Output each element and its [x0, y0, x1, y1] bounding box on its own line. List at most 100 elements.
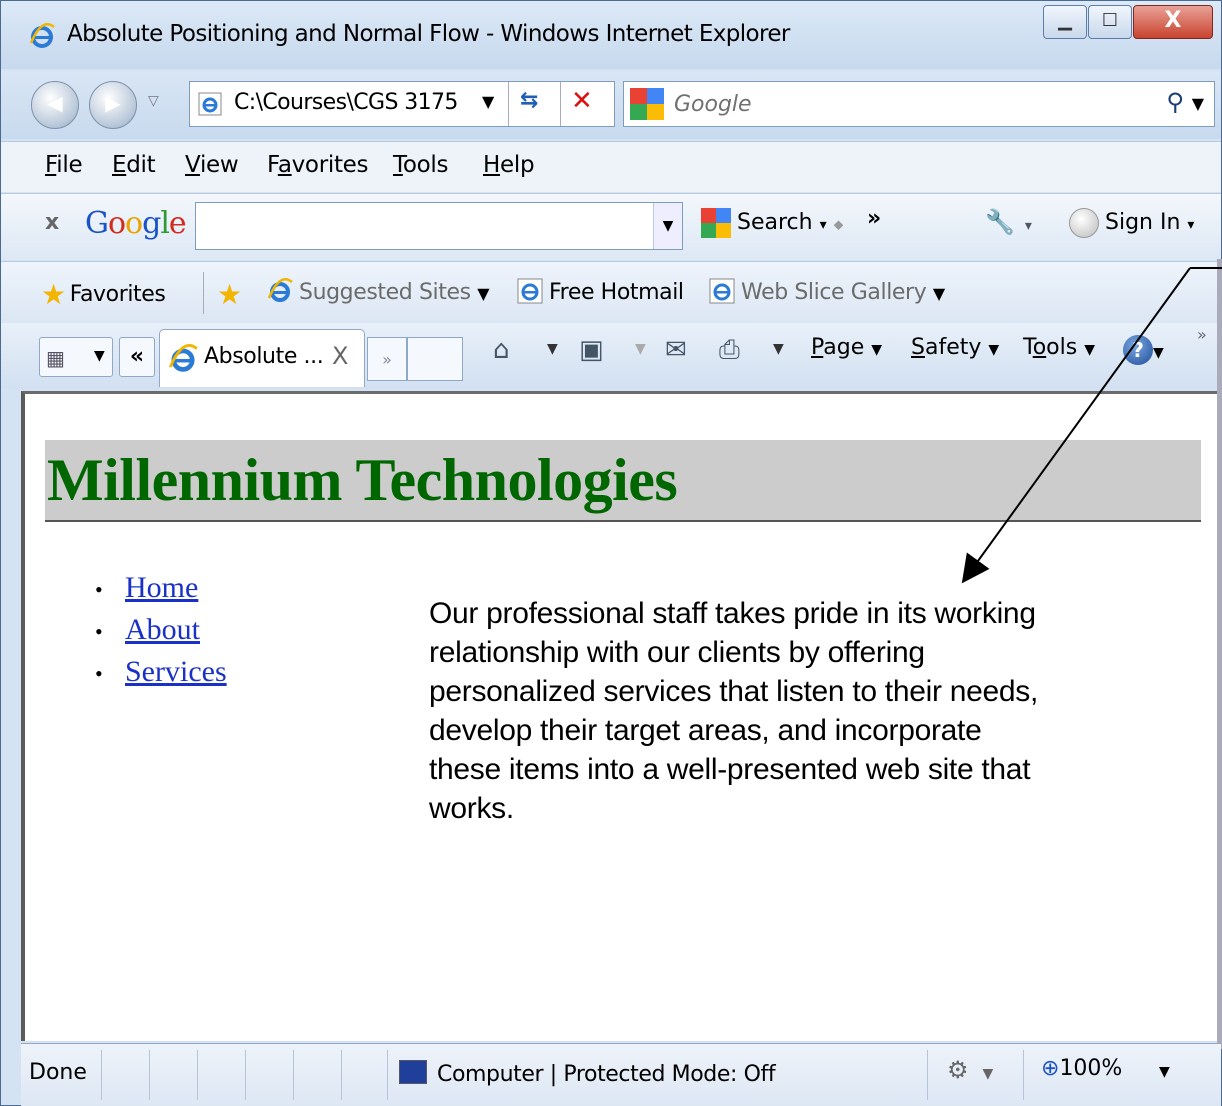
- chevron-down-icon[interactable]: ▼: [773, 341, 784, 357]
- tab-scroll-right-button[interactable]: »: [367, 337, 407, 381]
- zoom-dropdown-icon[interactable]: ▼: [1159, 1064, 1170, 1080]
- add-favorite-button[interactable]: ★: [217, 278, 246, 311]
- mail-icon[interactable]: ✉: [665, 335, 687, 365]
- menu-view[interactable]: View: [185, 152, 239, 178]
- address-divider: [560, 82, 561, 126]
- refresh-icon[interactable]: ⇆: [520, 88, 538, 113]
- page-heading-banner: Millennium Technologies: [45, 440, 1201, 522]
- recent-pages-dropdown[interactable]: ▽: [148, 93, 159, 109]
- tools-menu-button[interactable]: Tools ▼: [1023, 335, 1095, 360]
- nav-link-services[interactable]: Services: [125, 655, 227, 688]
- forward-button[interactable]: ▶: [89, 81, 137, 129]
- list-item: • Home: [85, 568, 227, 610]
- tab-label: Absolute ...: [204, 344, 324, 369]
- add-favorite-icon: ★: [217, 278, 242, 311]
- tab-close-icon[interactable]: X: [332, 342, 348, 370]
- minimize-button[interactable]: ▁: [1043, 5, 1087, 39]
- chevron-down-icon[interactable]: ▼: [547, 341, 558, 357]
- quick-tabs-icon: ▦: [46, 346, 65, 370]
- menu-file[interactable]: File: [45, 152, 83, 178]
- google-toolbar-input[interactable]: ▼: [195, 202, 683, 250]
- new-tab-button[interactable]: [407, 337, 463, 381]
- menu-bar: File Edit View Favorites Tools Help: [1, 141, 1221, 192]
- print-icon[interactable]: ⎙: [719, 335, 740, 366]
- zoom-button[interactable]: ⊕100%: [1041, 1056, 1122, 1081]
- favorites-bar: ★ Favorites ★ Suggested Sites ▼ Free Hotm…: [1, 261, 1221, 324]
- protected-mode-icon[interactable]: ⚙ ▼: [947, 1056, 993, 1084]
- menu-edit[interactable]: Edit: [112, 152, 156, 178]
- web-slice-gallery-link[interactable]: Web Slice Gallery ▼: [709, 278, 945, 305]
- status-divider: [197, 1050, 198, 1100]
- chevron-down-icon[interactable]: ▼: [635, 341, 646, 357]
- feeds-icon[interactable]: ▣: [579, 335, 604, 365]
- suggested-sites-link[interactable]: Suggested Sites ▼: [267, 278, 490, 305]
- page-menu-button[interactable]: Page ▼: [811, 335, 882, 360]
- title-bar: Absolute Positioning and Normal Flow - W…: [1, 1, 1221, 69]
- ie-page-icon: [198, 92, 222, 116]
- back-arrow-icon: ◀: [47, 91, 63, 115]
- chevron-down-icon[interactable]: ▼: [653, 203, 682, 249]
- sign-in-button[interactable]: Sign In ▾: [1069, 208, 1194, 238]
- status-bar: Done Computer | Protected Mode: Off ⚙ ▼ ⊕…: [21, 1043, 1221, 1106]
- nav-link-about[interactable]: About: [125, 613, 200, 646]
- window-controls: ▁ ☐ X: [1042, 5, 1213, 39]
- google-search-icon: [630, 88, 664, 120]
- free-hotmail-link[interactable]: Free Hotmail: [517, 278, 684, 305]
- ie-page-icon: [517, 278, 543, 304]
- home-icon[interactable]: ⌂: [493, 335, 510, 365]
- search-dropdown-icon[interactable]: ▼: [1192, 94, 1204, 113]
- tab-absolute-positioning[interactable]: Absolute ... X: [159, 329, 365, 387]
- search-icon[interactable]: ⚲: [1166, 88, 1184, 116]
- security-zone[interactable]: Computer | Protected Mode: Off: [399, 1060, 776, 1087]
- list-item: • About: [85, 610, 227, 652]
- address-dropdown-icon[interactable]: ▼: [482, 92, 494, 111]
- back-button[interactable]: ◀: [31, 81, 79, 129]
- address-bar[interactable]: C:\Courses\CGS 3175 ▼ ⇆ ✕: [189, 81, 615, 127]
- status-divider: [101, 1050, 102, 1100]
- nav-link-home[interactable]: Home: [125, 571, 198, 604]
- status-divider: [293, 1050, 294, 1100]
- page-content: Millennium Technologies • Home • About • Se…: [21, 391, 1219, 1041]
- tab-list-button[interactable]: «: [119, 337, 155, 377]
- browser-window: Absolute Positioning and Normal Flow - W…: [0, 0, 1222, 1106]
- status-divider: [149, 1050, 150, 1100]
- star-icon: ★: [41, 278, 66, 311]
- forward-arrow-icon: ▶: [105, 91, 121, 115]
- chevron-down-icon[interactable]: ▼: [94, 348, 105, 364]
- ie-logo-icon: [267, 278, 293, 302]
- google-search-icon: [701, 208, 731, 238]
- status-text: Done: [29, 1060, 87, 1085]
- menu-favorites[interactable]: Favorites: [267, 152, 369, 178]
- bullet-icon: •: [95, 661, 103, 687]
- status-divider: [245, 1050, 246, 1100]
- google-search-button[interactable]: Search ▾ ⬥: [701, 208, 843, 238]
- window-title: Absolute Positioning and Normal Flow - W…: [67, 21, 790, 47]
- favorites-button[interactable]: ★ Favorites: [41, 278, 166, 311]
- minimize-icon: ▁: [1058, 10, 1072, 31]
- search-box[interactable]: Google ⚲ ▼: [623, 81, 1215, 127]
- ie-page-icon: [709, 278, 735, 304]
- google-toolbar: x Google ▼ Search ▾ ⬥ » 🔧 ▾ Sign In ▾: [1, 193, 1221, 260]
- maximize-icon: ☐: [1101, 10, 1119, 31]
- toolbar-more-button[interactable]: »: [867, 206, 881, 231]
- quick-tabs-button[interactable]: ▦ ▼: [39, 337, 113, 377]
- stop-icon[interactable]: ✕: [571, 86, 593, 116]
- content-paragraph: Our professional staff takes pride in it…: [429, 597, 1038, 825]
- safety-menu-button[interactable]: Safety ▼: [911, 335, 999, 360]
- wrench-icon[interactable]: 🔧 ▾: [985, 208, 1032, 236]
- toolbar-close-icon[interactable]: x: [45, 210, 59, 235]
- search-input[interactable]: Google: [674, 92, 752, 117]
- status-divider: [341, 1050, 342, 1100]
- command-bar-more[interactable]: »: [1197, 325, 1207, 344]
- google-logo: Google: [85, 206, 187, 241]
- tab-bar: ▦ ▼ « Absolute ... X » ⌂ ▼ ▣ ▼ ✉ ⎙ ▼ Page…: [1, 323, 1221, 389]
- close-button[interactable]: X: [1133, 5, 1213, 39]
- help-icon: ?: [1123, 335, 1153, 365]
- maximize-button[interactable]: ☐: [1088, 5, 1132, 39]
- menu-tools[interactable]: Tools: [393, 152, 448, 178]
- menu-help[interactable]: Help: [483, 152, 535, 178]
- address-input[interactable]: C:\Courses\CGS 3175: [234, 90, 458, 115]
- address-divider: [508, 82, 509, 126]
- site-nav-list: • Home • About • Services: [85, 568, 227, 694]
- help-button[interactable]: ? ▼: [1123, 335, 1164, 365]
